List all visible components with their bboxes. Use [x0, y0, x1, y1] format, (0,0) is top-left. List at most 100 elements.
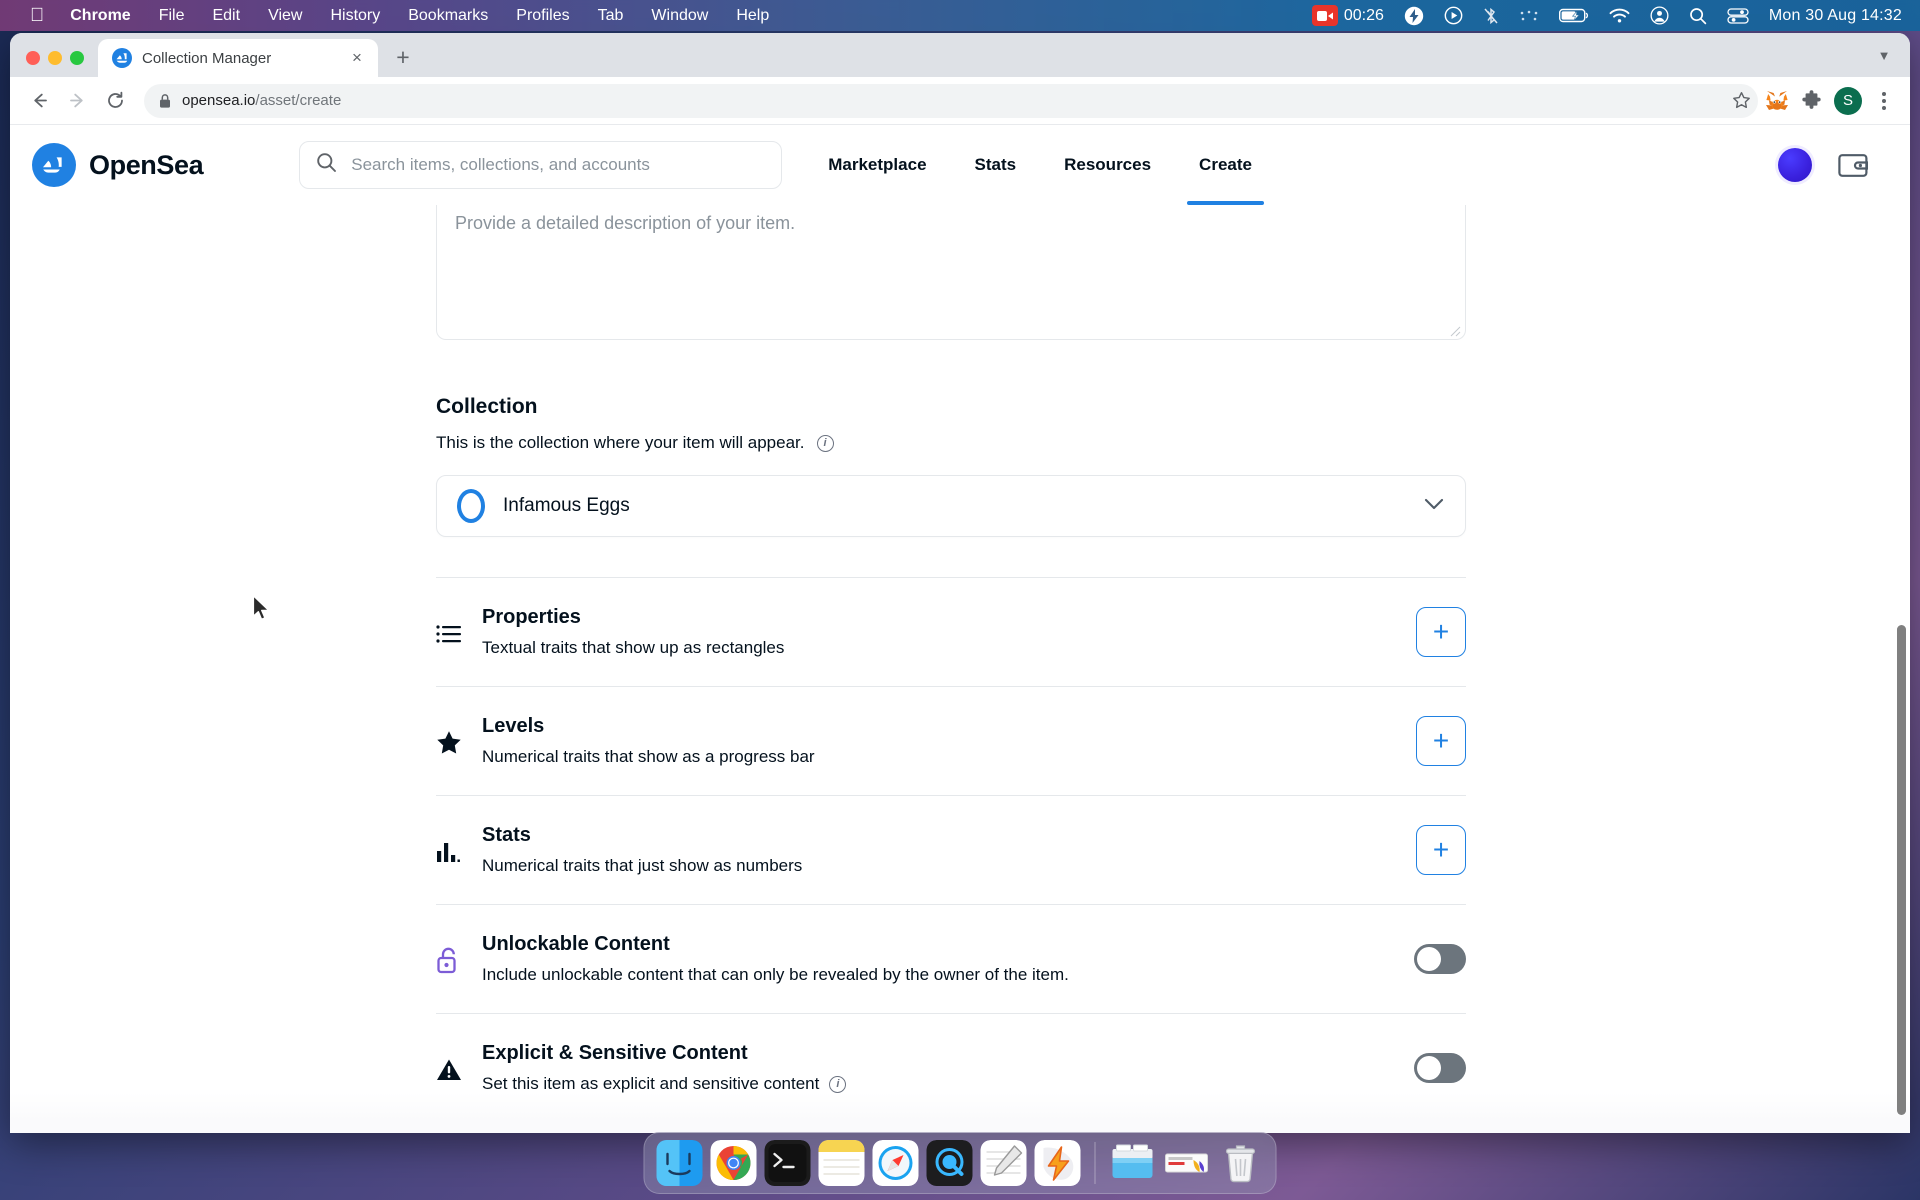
menu-item-tab[interactable]: Tab: [584, 0, 638, 31]
screen-record-icon: [1311, 5, 1338, 26]
dock-textedit-icon[interactable]: [980, 1140, 1027, 1186]
unlockable-content-toggle[interactable]: [1414, 944, 1466, 974]
dock-separator: [1094, 1142, 1096, 1184]
collection-section-title: Collection: [436, 395, 538, 418]
menu-item-window[interactable]: Window: [637, 0, 722, 31]
account-icon[interactable]: [1650, 6, 1669, 25]
nav-item-resources[interactable]: Resources: [1040, 125, 1175, 205]
wallet-icon[interactable]: [1838, 152, 1868, 179]
battery-charging-icon[interactable]: [1558, 8, 1589, 23]
dock-quicktime-icon[interactable]: [926, 1140, 973, 1186]
explicit-content-toggle[interactable]: [1414, 1053, 1466, 1083]
tab-title: Collection Manager: [142, 49, 272, 67]
trait-title-properties: Properties: [482, 606, 581, 628]
dock-safari-icon[interactable]: [872, 1140, 919, 1186]
search-placeholder: Search items, collections, and accounts: [351, 155, 650, 174]
add-stats-button[interactable]: +: [1416, 825, 1466, 875]
trait-row-stats: Stats Numerical traits that just show as…: [436, 796, 1466, 905]
back-icon[interactable]: [22, 84, 56, 118]
form-content: Provide a detailed description of your i…: [436, 205, 1466, 1123]
description-placeholder: Provide a detailed description of your i…: [455, 213, 796, 233]
play-circle-icon[interactable]: [1444, 6, 1463, 25]
browser-tab[interactable]: Collection Manager ×: [98, 39, 378, 77]
dock-trash-icon[interactable]: [1218, 1140, 1264, 1186]
nav-item-marketplace[interactable]: Marketplace: [804, 125, 950, 205]
apple-logo-icon[interactable]: : [18, 0, 56, 31]
user-avatar[interactable]: [1778, 148, 1812, 182]
dock-downloads-folder-icon[interactable]: [1110, 1140, 1156, 1186]
extensions-icon[interactable]: [1796, 86, 1826, 116]
url-path: /asset/create: [255, 92, 342, 109]
address-bar[interactable]: opensea.io/asset/create: [144, 83, 1756, 118]
menu-item-bookmarks[interactable]: Bookmarks: [394, 0, 502, 31]
opensea-header: OpenSea Search items, collections, and a…: [10, 125, 1910, 205]
toggle-knob: [1417, 1056, 1441, 1080]
collection-section-subtitle: This is the collection where your item w…: [436, 433, 1466, 453]
info-icon[interactable]: i: [816, 434, 834, 452]
chrome-window: Collection Manager × + ▼ opensea.io/asse…: [10, 33, 1910, 1133]
page-scrollbar[interactable]: [1897, 625, 1906, 1115]
create-item-form: Provide a detailed description of your i…: [10, 205, 1910, 1133]
opensea-brand[interactable]: OpenSea: [32, 143, 204, 187]
bookmark-star-icon[interactable]: [1724, 83, 1758, 118]
profile-avatar[interactable]: S: [1834, 86, 1862, 115]
forward-icon[interactable]: [60, 84, 94, 118]
textarea-resize-handle[interactable]: [1449, 324, 1461, 337]
dock-terminal-icon[interactable]: [764, 1140, 811, 1186]
warning-triangle-icon: [436, 1055, 482, 1082]
dots-status-icon[interactable]: [1519, 10, 1539, 22]
mouse-cursor: [252, 595, 272, 628]
search-icon[interactable]: [1689, 7, 1707, 25]
menu-item-file[interactable]: File: [145, 0, 199, 31]
trait-row-levels: Levels Numerical traits that show as a p…: [436, 687, 1466, 796]
trait-subtitle-unlockable-content: Include unlockable content that can only…: [482, 965, 1069, 984]
dock-notes-icon[interactable]: [818, 1140, 865, 1186]
control-center-icon[interactable]: [1727, 7, 1749, 24]
metamask-icon[interactable]: [1762, 86, 1792, 116]
menu-item-chrome[interactable]: Chrome: [56, 0, 144, 31]
search-input[interactable]: Search items, collections, and accounts: [299, 141, 783, 189]
trait-text-levels: Levels Numerical traits that show as a p…: [482, 715, 1416, 767]
trait-subtitle-properties: Textual traits that show up as rectangle…: [482, 638, 785, 657]
info-icon[interactable]: i: [829, 1075, 847, 1093]
reload-icon[interactable]: [98, 84, 132, 118]
tab-search-chevron-down-icon[interactable]: ▼: [1872, 43, 1896, 67]
trait-title-unlockable-content: Unlockable Content: [482, 933, 670, 955]
add-properties-button[interactable]: +: [1416, 607, 1466, 657]
bar-chart-icon: [436, 838, 482, 863]
new-tab-button[interactable]: +: [386, 40, 420, 74]
menu-item-help[interactable]: Help: [722, 0, 783, 31]
close-window-button[interactable]: [26, 51, 40, 65]
close-tab-button[interactable]: ×: [346, 47, 368, 69]
add-levels-button[interactable]: +: [1416, 716, 1466, 766]
minimize-window-button[interactable]: [48, 51, 62, 65]
menu-item-profiles[interactable]: Profiles: [502, 0, 583, 31]
dock-chrome-icon[interactable]: [710, 1140, 757, 1186]
bluetooth-off-icon[interactable]: [1483, 6, 1499, 26]
menu-item-history[interactable]: History: [316, 0, 394, 31]
dock-stack-icon[interactable]: [1164, 1140, 1210, 1186]
description-textarea[interactable]: Provide a detailed description of your i…: [436, 205, 1466, 340]
menu-bar-clock[interactable]: Mon 30 Aug 14:32: [1769, 7, 1902, 25]
collection-dropdown[interactable]: Infamous Eggs: [436, 475, 1466, 537]
dock-finder-icon[interactable]: [656, 1140, 703, 1186]
menu-item-edit[interactable]: Edit: [198, 0, 254, 31]
maximize-window-button[interactable]: [70, 51, 84, 65]
menu-item-view[interactable]: View: [254, 0, 316, 31]
lock-icon: [158, 93, 172, 109]
dock-bolt-app-icon[interactable]: [1034, 1140, 1081, 1186]
nav-item-create[interactable]: Create: [1175, 125, 1276, 205]
header-actions: [1778, 148, 1890, 182]
opensea-brand-name: OpenSea: [89, 149, 204, 180]
search-icon: [316, 152, 337, 178]
chevron-down-icon[interactable]: [1423, 497, 1445, 516]
url-domain: opensea.io: [182, 92, 256, 109]
screen-recording-indicator[interactable]: 00:26: [1311, 5, 1384, 26]
bolt-icon[interactable]: [1404, 6, 1424, 26]
wifi-icon[interactable]: [1609, 8, 1630, 24]
web-page: OpenSea Search items, collections, and a…: [10, 125, 1910, 1133]
chrome-menu-icon[interactable]: [1870, 87, 1898, 115]
nav-item-stats[interactable]: Stats: [951, 125, 1041, 205]
window-traffic-lights: [10, 51, 98, 77]
trait-title-stats: Stats: [482, 824, 531, 846]
